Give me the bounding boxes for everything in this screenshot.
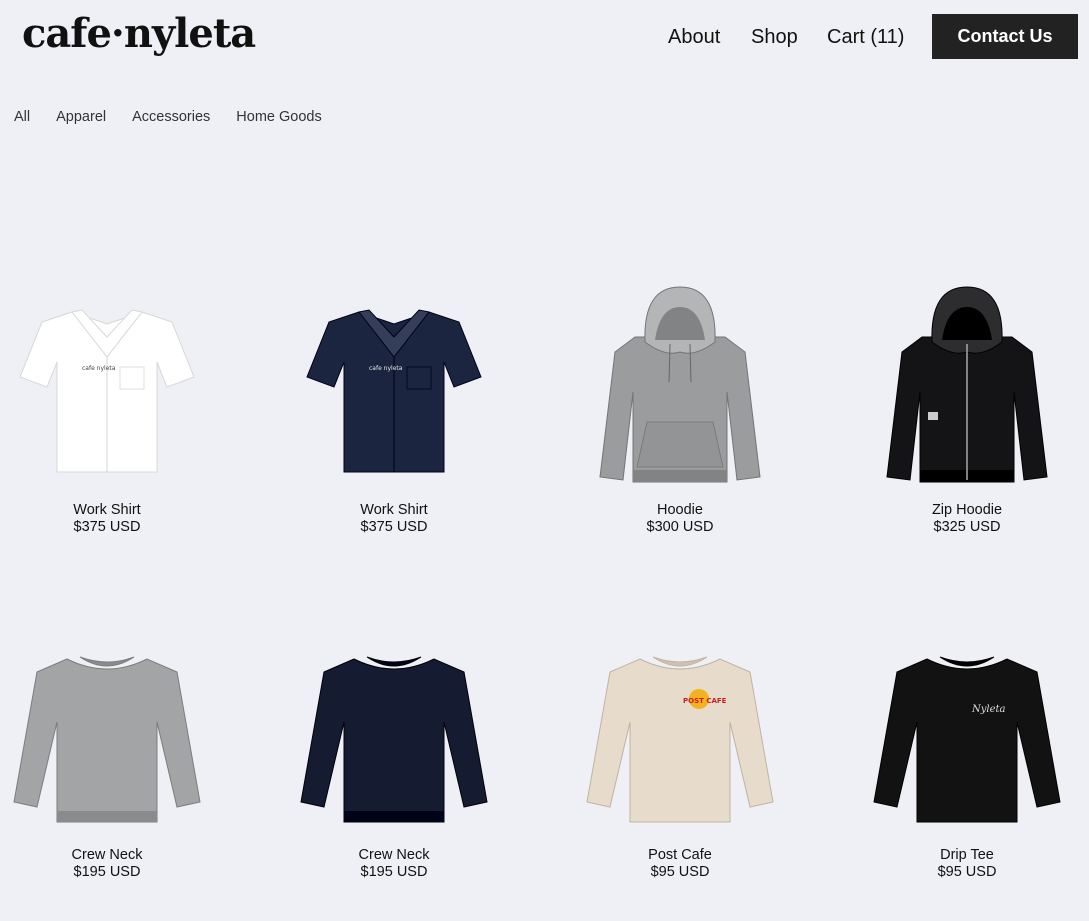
garment-illustration: cafe nyleta (306, 309, 482, 473)
category-filter: All Apparel Accessories Home Goods (14, 107, 348, 127)
garment-collar (79, 656, 135, 667)
product-card[interactable]: Crew Neck $195 USD (289, 627, 499, 881)
product-card[interactable]: Zip Hoodie $325 USD (862, 282, 1072, 536)
site-header: cafe·nyleta About Shop Cart (11) Contact… (0, 0, 1089, 80)
nav-about-link[interactable]: About (668, 22, 720, 52)
category-all[interactable]: All (14, 107, 30, 127)
garment-tag (928, 412, 938, 420)
garment-body (300, 658, 488, 823)
garment-illustration (886, 286, 1048, 483)
product-name: Work Shirt (73, 502, 141, 518)
product-name: Crew Neck (71, 847, 143, 863)
product-name: Hoodie (657, 502, 703, 518)
product-image[interactable] (289, 627, 499, 847)
garment-hem (344, 811, 444, 822)
product-image[interactable]: cafe nyleta (289, 282, 499, 502)
product-card[interactable]: Crew Neck $195 USD (2, 627, 212, 881)
nav-shop-link[interactable]: Shop (751, 22, 798, 52)
contact-us-button[interactable]: Contact Us (932, 14, 1078, 59)
product-price: $195 USD (73, 864, 141, 880)
garment-collar (652, 656, 708, 667)
product-price: $375 USD (360, 519, 428, 535)
product-price: $325 USD (933, 519, 1001, 535)
product-card[interactable]: cafe nyleta Work Shirt $375 USD (2, 282, 212, 536)
site-logo[interactable]: cafe·nyleta (22, 6, 256, 62)
garment-illustration: cafe nyleta (19, 309, 195, 473)
garment-collar (939, 656, 995, 667)
garment-hem (633, 470, 727, 482)
product-price: $375 USD (73, 519, 141, 535)
product-name: Drip Tee (940, 847, 994, 863)
product-card[interactable]: Hoodie $300 USD (575, 282, 785, 536)
garment-print: Nyleta (971, 704, 1006, 715)
product-name: Work Shirt (360, 502, 428, 518)
product-name: Crew Neck (358, 847, 430, 863)
product-price: $300 USD (646, 519, 714, 535)
garment-body (873, 658, 1061, 823)
garment-illustration (13, 656, 201, 823)
garment-print: POST CAFE (683, 697, 727, 705)
garment-print: cafe nyleta (82, 365, 116, 372)
garment-hem (57, 811, 157, 822)
product-image[interactable] (862, 282, 1072, 502)
category-accessories[interactable]: Accessories (132, 107, 210, 127)
product-image[interactable]: cafe nyleta (2, 282, 212, 502)
nav-cart-link[interactable]: Cart (11) (827, 22, 904, 52)
garment-pocket (636, 421, 724, 468)
product-name: Post Cafe (648, 847, 712, 863)
product-price: $95 USD (650, 864, 710, 880)
garment-body (13, 658, 201, 823)
product-image[interactable] (2, 627, 212, 847)
garment-body (586, 658, 774, 823)
product-image[interactable]: Nyleta (862, 627, 1072, 847)
garment-illustration: POST CAFE (586, 656, 774, 823)
product-card[interactable]: POST CAFE Post Cafe $95 USD (575, 627, 785, 881)
category-apparel[interactable]: Apparel (56, 107, 106, 127)
product-card[interactable]: cafe nyleta Work Shirt $375 USD (289, 282, 499, 536)
product-name: Zip Hoodie (931, 502, 1003, 518)
category-home-goods[interactable]: Home Goods (236, 107, 321, 127)
garment-print: cafe nyleta (369, 365, 403, 372)
product-image[interactable] (575, 282, 785, 502)
product-card[interactable]: Nyleta Drip Tee $95 USD (862, 627, 1072, 881)
product-price: $195 USD (360, 864, 428, 880)
garment-illustration (300, 656, 488, 823)
product-price: $95 USD (937, 864, 997, 880)
product-image[interactable]: POST CAFE (575, 627, 785, 847)
garment-collar (366, 656, 422, 667)
garment-illustration (599, 286, 761, 483)
garment-illustration: Nyleta (873, 656, 1061, 823)
